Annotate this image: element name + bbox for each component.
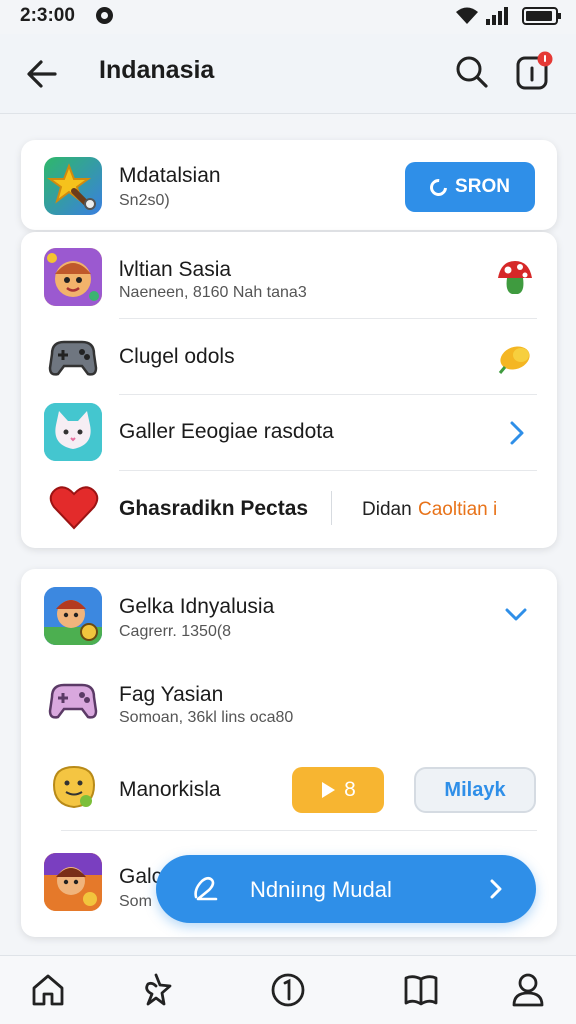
list-item[interactable]: Fag Yasian Somoan, 36kl lins oca80 <box>21 659 557 739</box>
list-item-subtitle: Somoan, 36kl lins oca80 <box>119 709 294 726</box>
signal-icon <box>486 7 508 25</box>
list-item[interactable]: Clugel odols <box>21 319 557 394</box>
list-item[interactable]: Manorkisla 8 Milayk <box>21 739 557 829</box>
star-wand-icon <box>44 157 102 215</box>
chevron-down-icon[interactable] <box>503 605 529 623</box>
play-count-button[interactable]: 8 <box>292 767 384 813</box>
avatar-icon <box>44 853 102 911</box>
explore-icon[interactable] <box>136 970 176 1010</box>
notification-icon[interactable] <box>512 50 556 94</box>
milayk-button[interactable]: Milayk <box>414 767 536 813</box>
status-bar: 2:3:00 <box>0 0 576 34</box>
sron-button-label: SRON <box>455 176 510 197</box>
list-item-title: Gelka Idnyalusia <box>119 595 275 618</box>
play-count-label: 8 <box>344 778 356 801</box>
refresh-icon <box>426 175 451 199</box>
avatar-icon <box>44 587 102 645</box>
list-item[interactable]: lvltian Sasia Naeneen, 8160 Nah tana3 <box>21 232 557 318</box>
chevron-right-icon <box>490 879 502 899</box>
list-item-title: Manorkisla <box>119 778 221 801</box>
fab-label: Ndniıng Mudal <box>250 877 392 902</box>
heart-icon <box>49 486 99 530</box>
bookmark-icon[interactable] <box>401 970 441 1010</box>
featured-title: Mdatalsian <box>119 164 221 187</box>
search-icon[interactable] <box>450 50 494 94</box>
pink-gamepad-icon <box>44 673 102 731</box>
vertical-divider <box>331 491 332 525</box>
play-icon <box>322 782 336 798</box>
list-item-title: Ghasradikn Pectas <box>119 497 309 520</box>
status-time: 2:3:00 <box>20 5 75 26</box>
mushroom-icon <box>498 261 532 294</box>
yellow-blob-icon <box>52 765 96 809</box>
cartoon-face-icon <box>44 248 102 306</box>
list-item-subtitle: Naeneen, 8160 Nah tana3 <box>119 284 307 301</box>
page-title: Indanasia <box>99 56 215 84</box>
featured-card: Mdatalsian Sn2s0) SRON <box>21 140 557 230</box>
list-item-title: lvltian Sasia <box>119 258 232 281</box>
info-icon[interactable] <box>268 970 308 1010</box>
cat-icon <box>44 403 102 461</box>
list-item-title: Galler Eeogiae rasdota <box>119 420 334 443</box>
floating-action-button[interactable]: Ndniıng Mudal <box>156 855 536 923</box>
chevron-right-icon[interactable] <box>507 419 527 447</box>
list-item-extra-highlight[interactable]: Caoltian i <box>418 499 497 521</box>
list-item[interactable]: Gelka Idnyalusia Cagrerr. 1350(8 <box>21 569 557 659</box>
list-item-title: Fag Yasian <box>119 683 224 706</box>
list-item-subtitle: Cagrerr. 1350(8 <box>119 623 232 640</box>
milayk-button-label: Milayk <box>444 778 506 801</box>
gamepad-icon <box>44 328 102 386</box>
sron-button[interactable]: SRON <box>405 162 535 212</box>
list-card-1: lvltian Sasia Naeneen, 8160 Nah tana3 Cl… <box>21 232 557 548</box>
wifi-icon <box>456 7 478 24</box>
featured-subtitle: Sn2s0) <box>119 192 170 209</box>
list-item-subtitle: Som <box>119 893 152 910</box>
list-item-title: Clugel odols <box>119 345 235 368</box>
edit-icon <box>194 876 218 901</box>
app-bar: Indanasia <box>0 34 576 114</box>
profile-icon[interactable] <box>508 970 548 1010</box>
status-notification-icon <box>96 7 113 24</box>
home-icon[interactable] <box>28 970 68 1010</box>
back-arrow-icon[interactable] <box>22 54 62 94</box>
list-item-extra-prefix: Didan <box>362 499 412 520</box>
bottom-nav <box>0 955 576 1024</box>
lemon-icon <box>498 346 530 374</box>
list-item[interactable]: Ghasradikn Pectas Didan Caoltian i <box>21 471 557 547</box>
battery-icon <box>522 7 561 25</box>
list-item[interactable]: Galler Eeogiae rasdota <box>21 395 557 470</box>
